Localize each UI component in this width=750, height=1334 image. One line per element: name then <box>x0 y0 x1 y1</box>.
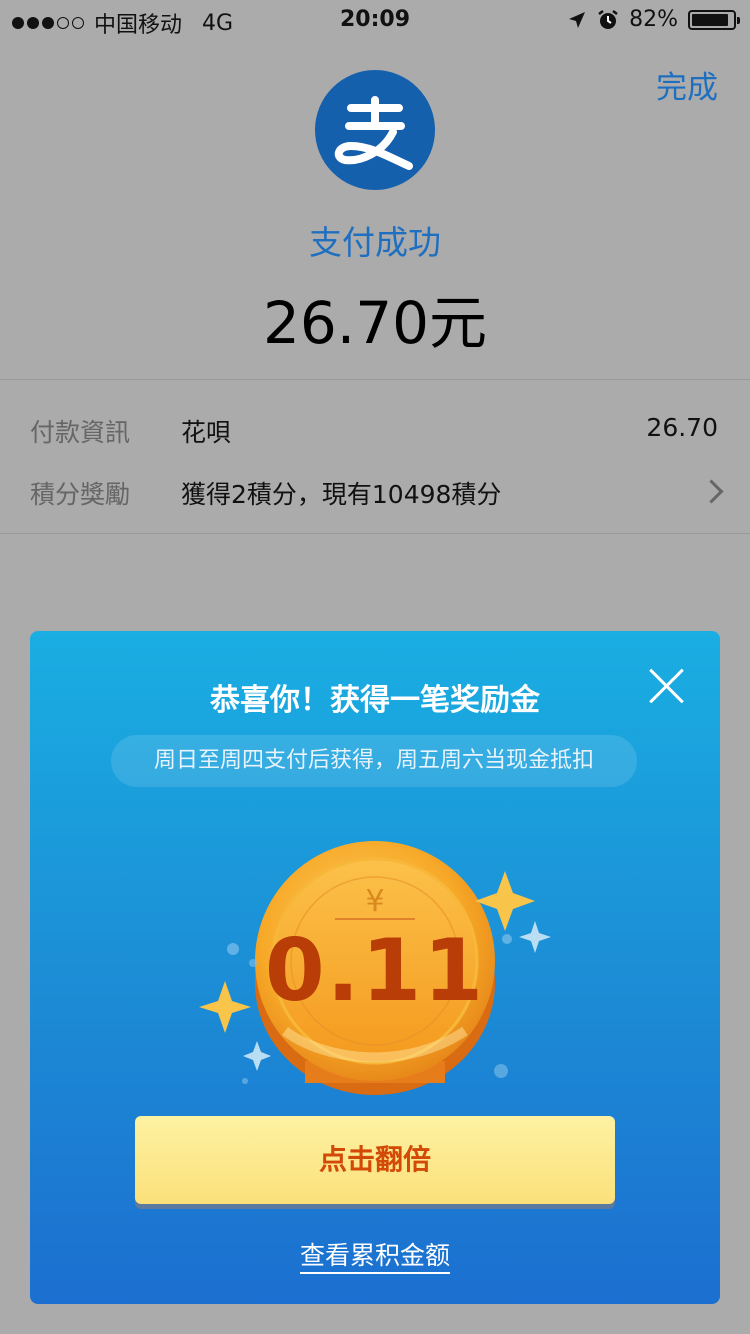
alipay-logo <box>315 70 435 190</box>
payment-amount: 26.70元 <box>262 289 488 357</box>
done-button[interactable]: 完成 <box>656 62 718 107</box>
battery-icon <box>688 9 740 30</box>
reward-amount: 0.11 <box>264 921 486 1021</box>
info-row-value: 獲得2積分，現有10498積分 <box>181 480 502 509</box>
reward-modal: 恭喜你！获得一笔奖励金 周日至周四支付后获得，周五周六当现金抵扣 ¥ 0.11 … <box>30 631 720 1304</box>
chevron-right-icon <box>699 479 724 504</box>
info-row-value: 花唄 <box>181 418 232 447</box>
info-row-points[interactable]: 積分獎勵 獲得2積分，現有10498積分 <box>0 459 750 519</box>
info-row-label: 付款資訊 <box>30 418 131 447</box>
info-row-label: 積分獎勵 <box>30 480 131 509</box>
divider <box>0 533 750 534</box>
payment-success-title: 支付成功 <box>309 223 441 262</box>
sparkle-icon <box>243 1041 271 1071</box>
info-row-amount: 26.70 <box>646 413 718 442</box>
alipay-logo-icon <box>334 96 413 170</box>
info-row-payment: 付款資訊 花唄 26.70 <box>0 397 750 457</box>
modal-subtitle: 周日至周四支付后获得，周五周六当现金抵扣 <box>111 735 637 787</box>
status-right: 82% <box>567 7 740 32</box>
payment-info-panel: 付款資訊 花唄 26.70 積分獎勵 獲得2積分，現有10498積分 <box>0 380 750 532</box>
alarm-clock-icon <box>598 9 618 29</box>
battery-percent: 82% <box>629 7 678 32</box>
view-accumulated-link-text[interactable]: 查看累积金额 <box>299 1241 450 1274</box>
coin-currency-symbol: ¥ <box>365 884 385 919</box>
status-bar: 中国移动 4G 20:09 82% <box>0 0 750 40</box>
modal-title: 恭喜你！获得一笔奖励金 <box>210 683 540 718</box>
view-accumulated-link[interactable]: 查看累积金额 <box>30 1236 720 1274</box>
double-reward-button[interactable]: 点击翻倍 <box>135 1116 615 1204</box>
location-arrow-icon <box>569 11 586 28</box>
